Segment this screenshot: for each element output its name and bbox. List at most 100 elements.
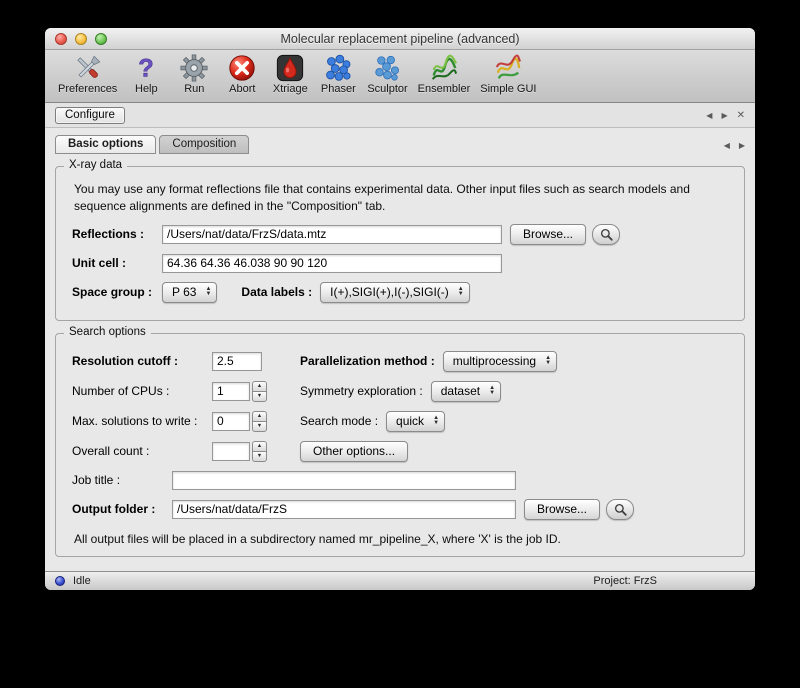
tab-composition[interactable]: Composition xyxy=(159,135,249,154)
cpus-input[interactable] xyxy=(212,382,250,401)
project-label: Project: FrzS xyxy=(593,575,657,587)
spinner-down-icon[interactable]: ▼ xyxy=(252,451,267,462)
preferences-icon xyxy=(73,53,103,83)
spinner-up-icon[interactable]: ▲ xyxy=(252,411,267,422)
status-indicator-icon xyxy=(55,576,65,586)
toolbar-button-ensembler[interactable]: Ensembler xyxy=(413,53,476,95)
spinner-down-icon[interactable]: ▼ xyxy=(252,391,267,402)
data-labels-label: Data labels : xyxy=(241,285,312,299)
toolbar-label: Phaser xyxy=(321,83,356,95)
ensembler-icon xyxy=(429,53,459,83)
subtab-prev-icon[interactable]: ◀ xyxy=(724,141,730,150)
reflections-row: Reflections : Browse... xyxy=(72,224,728,245)
parallelization-label: Parallelization method : xyxy=(300,354,435,368)
spinner-up-icon[interactable]: ▲ xyxy=(252,441,267,452)
cpus-label: Number of CPUs : xyxy=(72,384,212,398)
spinner-up-icon[interactable]: ▲ xyxy=(252,381,267,392)
space-group-row: Space group : P 63 ▲▼ Data labels : I(+)… xyxy=(72,282,728,303)
job-title-label: Job title : xyxy=(72,473,172,487)
status-text: Idle xyxy=(73,575,91,587)
toolbar-button-phaser[interactable]: Phaser xyxy=(314,53,362,95)
space-group-select[interactable]: P 63 ▲▼ xyxy=(162,282,217,303)
max-solutions-input[interactable] xyxy=(212,412,250,431)
tab-nav: ◀ ▶ ✕ xyxy=(706,110,745,121)
parallelization-select[interactable]: multiprocessing ▲▼ xyxy=(443,351,557,372)
max-solutions-label: Max. solutions to write : xyxy=(72,414,212,428)
tab-configure[interactable]: Configure xyxy=(55,107,125,124)
toolbar-button-help[interactable]: ? Help xyxy=(122,53,170,95)
resolution-cutoff-input[interactable] xyxy=(212,352,262,371)
close-window-button[interactable] xyxy=(55,33,67,45)
popup-arrows-icon: ▲▼ xyxy=(545,356,551,366)
titlebar[interactable]: Molecular replacement pipeline (advanced… xyxy=(45,28,755,50)
tab-basic-options[interactable]: Basic options xyxy=(55,135,156,154)
output-footnote: All output files will be placed in a sub… xyxy=(74,532,726,546)
magnifier-icon xyxy=(613,502,628,517)
toolbar-label: Preferences xyxy=(58,83,117,95)
reflections-view-button[interactable] xyxy=(592,224,620,245)
overall-count-input[interactable] xyxy=(212,442,250,461)
toolbar-button-sculptor[interactable]: Sculptor xyxy=(362,53,412,95)
toolbar-button-xtriage[interactable]: Xtriage xyxy=(266,53,314,95)
tab-prev-icon[interactable]: ◀ xyxy=(706,111,712,120)
search-options-group: Search options Resolution cutoff : Paral… xyxy=(55,333,745,557)
search-mode-value: quick xyxy=(396,414,424,428)
reflections-browse-button[interactable]: Browse... xyxy=(510,224,586,245)
toolbar-label: Simple GUI xyxy=(480,83,536,95)
main-tab-bar: Configure ◀ ▶ ✕ xyxy=(45,103,755,128)
other-options-button[interactable]: Other options... xyxy=(300,441,408,462)
unit-cell-label: Unit cell : xyxy=(72,256,162,270)
symmetry-label: Symmetry exploration : xyxy=(300,384,423,398)
toolbar-label: Xtriage xyxy=(273,83,308,95)
unit-cell-input[interactable] xyxy=(162,254,502,273)
content-area: Basic options Composition ◀ ▶ X-ray data… xyxy=(45,128,755,571)
status-bar: Idle Project: FrzS xyxy=(45,571,755,590)
toolbar-button-simple-gui[interactable]: Simple GUI xyxy=(475,53,541,95)
toolbar-button-run[interactable]: Run xyxy=(170,53,218,95)
reflections-label: Reflections : xyxy=(72,227,162,241)
unit-cell-row: Unit cell : xyxy=(72,254,728,273)
xray-data-group: X-ray data You may use any format reflec… xyxy=(55,166,745,321)
xray-group-title: X-ray data xyxy=(64,159,127,171)
zoom-window-button[interactable] xyxy=(95,33,107,45)
toolbar-label: Run xyxy=(184,83,204,95)
sculptor-icon xyxy=(372,53,402,83)
toolbar-button-abort[interactable]: Abort xyxy=(218,53,266,95)
space-group-label: Space group : xyxy=(72,285,162,299)
output-folder-view-button[interactable] xyxy=(606,499,634,520)
resolution-cutoff-label: Resolution cutoff : xyxy=(72,354,212,368)
toolbar: Preferences ? Help Run xyxy=(45,50,755,103)
abort-icon xyxy=(227,53,257,83)
output-folder-browse-button[interactable]: Browse... xyxy=(524,499,600,520)
toolbar-button-preferences[interactable]: Preferences xyxy=(53,53,122,95)
phaser-icon xyxy=(323,53,353,83)
simple-gui-icon xyxy=(493,53,523,83)
sub-tab-bar: Basic options Composition ◀ ▶ xyxy=(45,130,755,154)
search-mode-select[interactable]: quick ▲▼ xyxy=(386,411,445,432)
toolbar-label: Sculptor xyxy=(367,83,407,95)
minimize-window-button[interactable] xyxy=(75,33,87,45)
output-folder-row: Output folder : Browse... xyxy=(72,499,728,520)
job-title-input[interactable] xyxy=(172,471,516,490)
output-folder-input[interactable] xyxy=(172,500,516,519)
popup-arrows-icon: ▲▼ xyxy=(489,386,495,396)
symmetry-value: dataset xyxy=(441,384,480,398)
tab-close-icon[interactable]: ✕ xyxy=(737,110,745,121)
tab-next-icon[interactable]: ▶ xyxy=(721,111,727,120)
overall-count-label: Overall count : xyxy=(72,444,212,458)
parallelization-value: multiprocessing xyxy=(453,354,536,368)
reflections-input[interactable] xyxy=(162,225,502,244)
cpus-row: Number of CPUs : ▲ ▼ Symmetry exploratio… xyxy=(72,381,728,402)
overall-count-row: Overall count : ▲ ▼ Other options... xyxy=(72,441,728,462)
traffic-lights xyxy=(55,33,107,45)
symmetry-select[interactable]: dataset ▲▼ xyxy=(431,381,501,402)
popup-arrows-icon: ▲▼ xyxy=(458,287,464,297)
spinner-down-icon[interactable]: ▼ xyxy=(252,421,267,432)
toolbar-label: Ensembler xyxy=(418,83,471,95)
subtab-next-icon[interactable]: ▶ xyxy=(739,141,745,150)
app-window: Molecular replacement pipeline (advanced… xyxy=(45,28,755,590)
data-labels-select[interactable]: I(+),SIGI(+),I(-),SIGI(-) ▲▼ xyxy=(320,282,470,303)
toolbar-label: Abort xyxy=(229,83,255,95)
magnifier-icon xyxy=(599,227,614,242)
cpus-stepper: ▲ ▼ xyxy=(252,381,267,402)
